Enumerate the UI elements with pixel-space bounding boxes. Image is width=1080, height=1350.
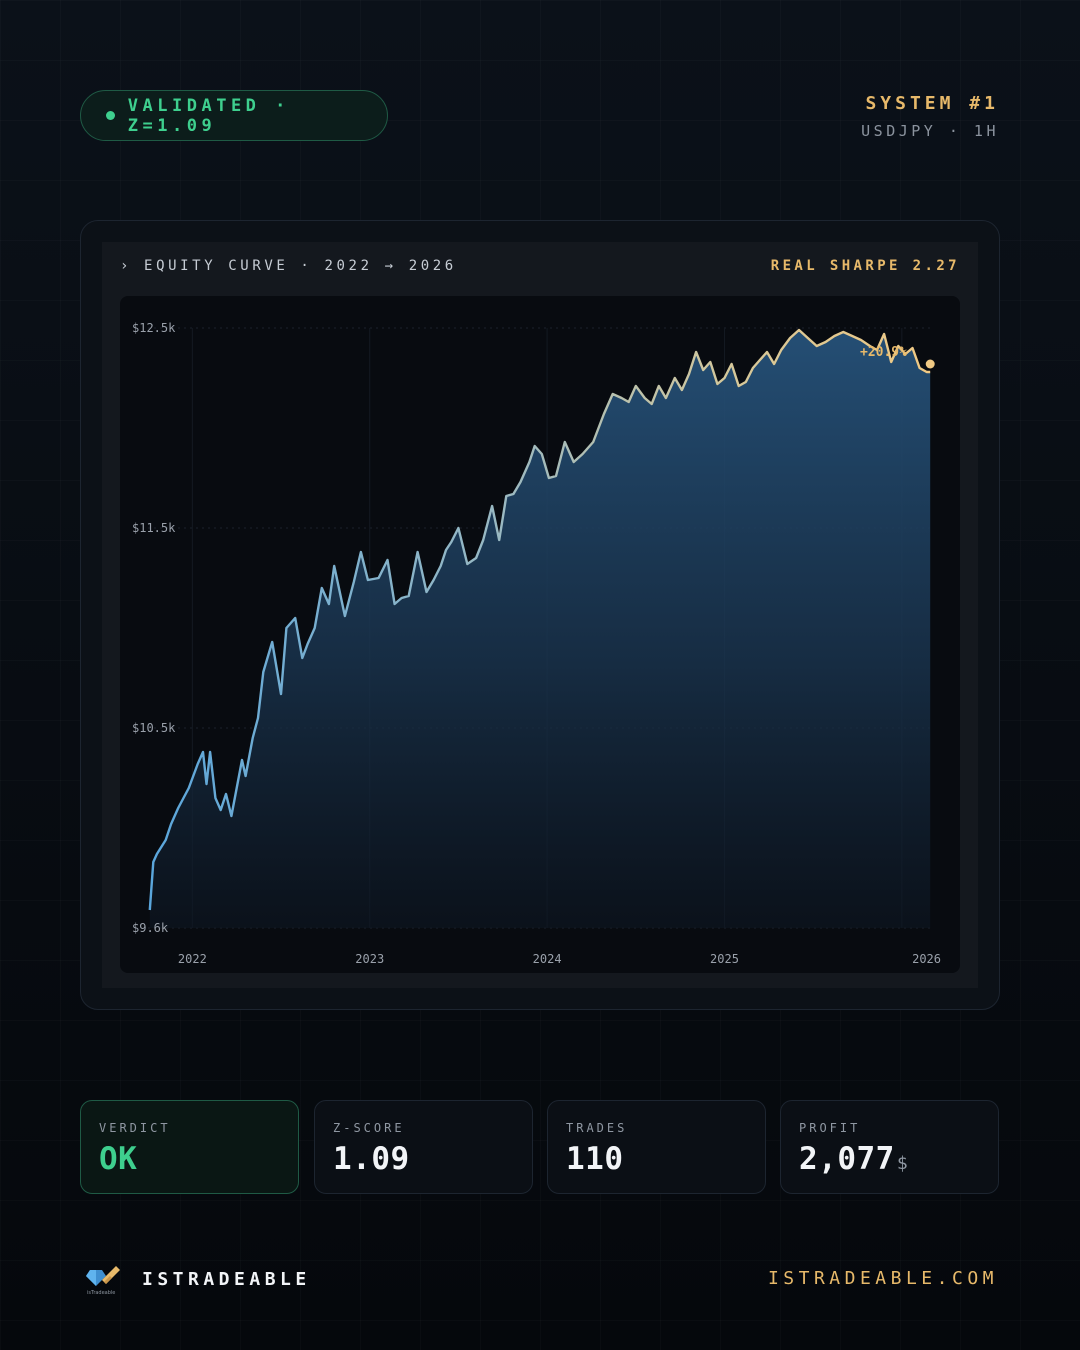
equity-chart-svg: $12.5k $11.5k $10.5k $9.6k 2022 2023 2024 2025 2… bbox=[132, 321, 941, 966]
profit-value: 2,077 $ bbox=[799, 1141, 998, 1177]
profit-card: PROFIT 2,077 $ bbox=[780, 1100, 999, 1194]
equity-panel-inner: › EQUITY CURVE · 2022 → 2026 REAL SHARPE… bbox=[102, 242, 978, 988]
validated-badge-label: VALIDATED · Z=1.09 bbox=[127, 95, 290, 136]
profit-label: PROFIT bbox=[799, 1121, 861, 1135]
validated-badge: VALIDATED · Z=1.09 bbox=[80, 90, 388, 141]
trades-value: 110 bbox=[566, 1141, 765, 1177]
z-score-value: 1.09 bbox=[333, 1141, 532, 1177]
x-tick-label: 2024 bbox=[533, 952, 562, 966]
peak-return-label: +20.9% bbox=[860, 345, 907, 360]
instrument-label: USDJPY · 1H bbox=[861, 122, 999, 140]
x-tick-label: 2023 bbox=[355, 952, 384, 966]
y-tick-label: $9.6k bbox=[132, 921, 169, 935]
equity-panel: › EQUITY CURVE · 2022 → 2026 REAL SHARPE… bbox=[80, 220, 1000, 1010]
system-info: SYSTEM #1 USDJPY · 1H bbox=[861, 93, 999, 140]
last-point-marker bbox=[925, 359, 935, 369]
trades-value-text: 110 bbox=[566, 1141, 624, 1177]
system-title: SYSTEM #1 bbox=[865, 93, 999, 114]
x-tick-label: 2025 bbox=[710, 952, 739, 966]
y-tick-label: $12.5k bbox=[132, 321, 176, 335]
sharpe-label: REAL SHARPE 2.27 bbox=[770, 258, 960, 274]
z-score-label: Z-SCORE bbox=[333, 1121, 405, 1135]
equity-chart: $12.5k $11.5k $10.5k $9.6k 2022 2023 2024 2025 2… bbox=[120, 296, 960, 973]
z-score-value-text: 1.09 bbox=[333, 1141, 410, 1177]
verdict-value-text: OK bbox=[99, 1141, 138, 1177]
trades-label: TRADES bbox=[566, 1121, 628, 1135]
x-tick-label: 2022 bbox=[178, 952, 207, 966]
equity-area bbox=[149, 330, 931, 928]
verdict-value: OK bbox=[99, 1141, 298, 1177]
verdict-card: VERDICT OK bbox=[80, 1100, 299, 1194]
profit-unit: $ bbox=[896, 1153, 909, 1174]
brand-logo-icon: isTradeable bbox=[86, 1262, 122, 1296]
equity-curve-title: › EQUITY CURVE · 2022 → 2026 bbox=[120, 258, 457, 274]
site-url[interactable]: ISTRADEABLE.COM bbox=[768, 1268, 998, 1289]
brand-name: ISTRADEABLE bbox=[142, 1268, 311, 1290]
profit-value-text: 2,077 bbox=[799, 1141, 895, 1177]
y-tick-label: $11.5k bbox=[132, 521, 176, 535]
x-tick-label: 2026 bbox=[912, 952, 941, 966]
verdict-label: VERDICT bbox=[99, 1121, 171, 1135]
trades-card: TRADES 110 bbox=[547, 1100, 766, 1194]
brand: isTradeable ISTRADEABLE bbox=[86, 1262, 311, 1296]
logo-caption: isTradeable bbox=[87, 1290, 115, 1296]
y-tick-label: $10.5k bbox=[132, 721, 176, 735]
z-score-card: Z-SCORE 1.09 bbox=[314, 1100, 533, 1194]
status-dot-icon bbox=[106, 111, 115, 120]
